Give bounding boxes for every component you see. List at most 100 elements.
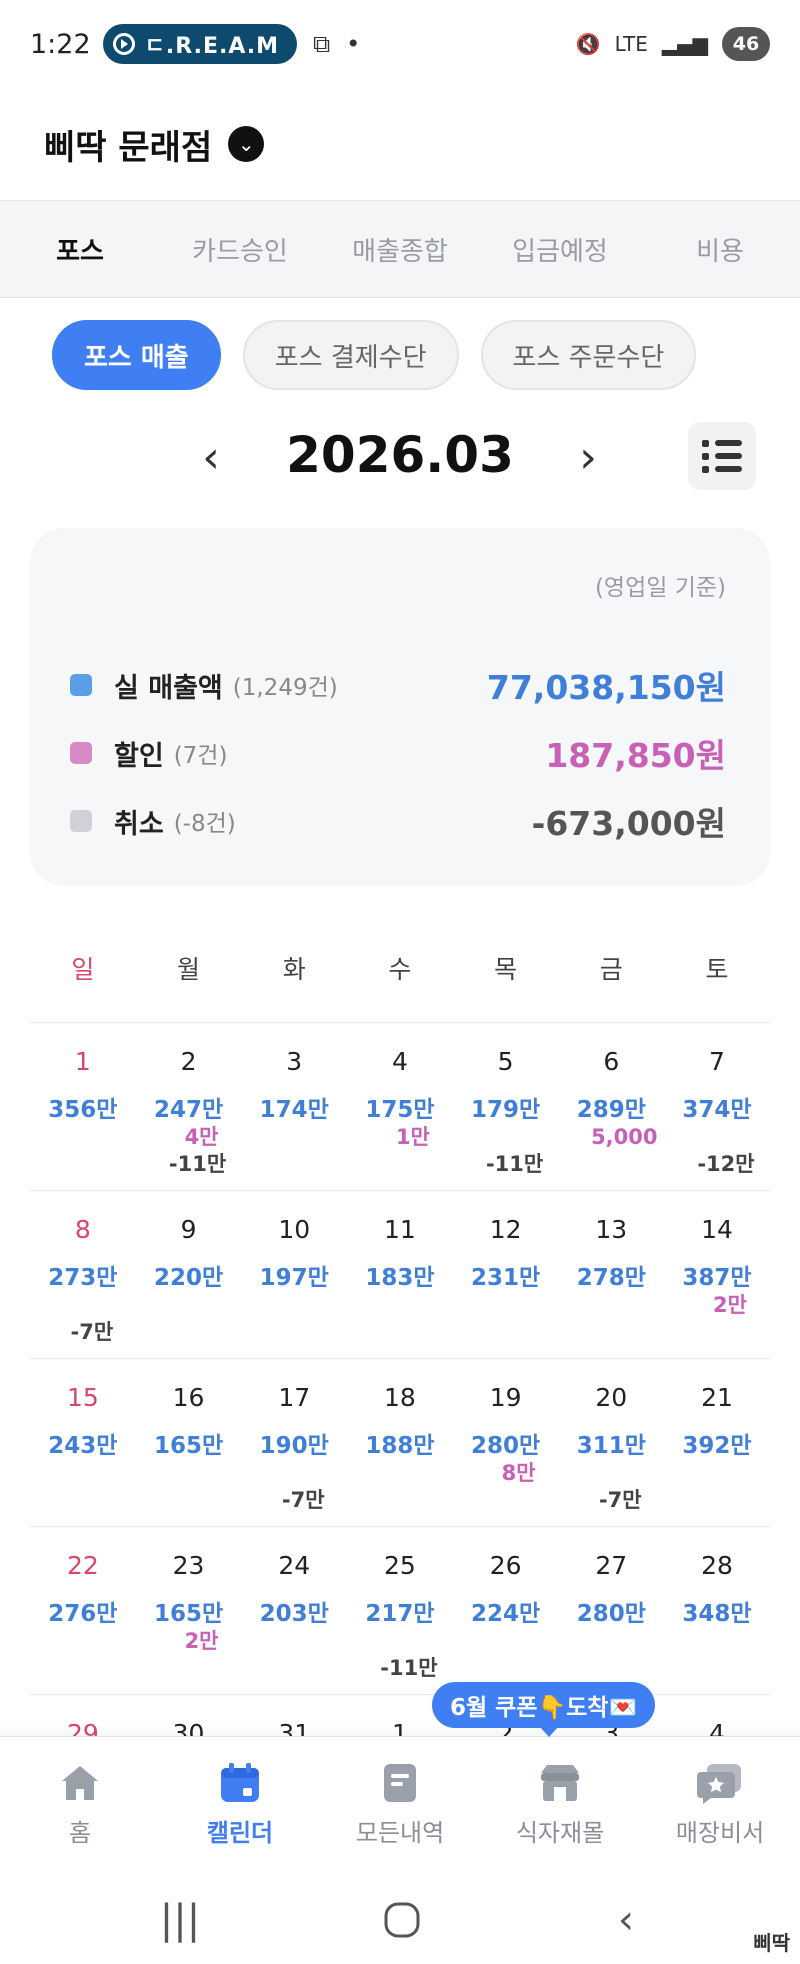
day-cancel-amount: -11만 <box>485 1152 544 1176</box>
calendar-icon <box>217 1763 263 1803</box>
nav-all-history[interactable]: 모든내역 <box>320 1737 480 1876</box>
calendar-day-cell[interactable]: 5 179만 -11만 <box>453 1023 559 1190</box>
home-circle-icon[interactable] <box>372 1900 432 1940</box>
back-icon[interactable]: ‹ <box>596 1900 656 1940</box>
document-icon <box>377 1763 423 1803</box>
tab-deposit-schedule[interactable]: 입금예정 <box>480 231 640 268</box>
day-sales-amount: 165만 <box>153 1433 224 1459</box>
calendar-day-cell[interactable]: 6 289만 5,000 <box>558 1023 664 1190</box>
day-sales-amount: 165만 <box>153 1601 224 1627</box>
calendar-day-cell[interactable]: 10 197만 <box>241 1191 347 1358</box>
calendar-day-cell[interactable]: 25 217만 -11만 <box>347 1527 453 1694</box>
summary-count: (-8건) <box>173 811 236 837</box>
weekday-header: 일 월 화 수 목 금 토 <box>30 950 770 1002</box>
calendar-day-cell[interactable]: 20 311만 -7만 <box>558 1359 664 1526</box>
status-bar: 1:22 ㄷ.R.E.A.M ⧉ • 🔇 LTE ▂▄▆ 46 <box>0 0 800 88</box>
nav-food-mall[interactable]: 식자재몰 <box>480 1737 640 1876</box>
weekday-label: 수 <box>388 955 412 984</box>
calendar-day-cell[interactable]: 3 174만 <box>241 1023 347 1190</box>
day-number: 23 <box>172 1551 205 1580</box>
recent-apps-icon[interactable]: ||| <box>150 1900 210 1940</box>
calendar-week-row: 22 276만 23 165만 2만 24 203만 25 217만 -11만 26 224만 27 28… <box>30 1526 770 1694</box>
calendar-day-cell[interactable]: 21 392만 <box>664 1359 770 1526</box>
day-sales-amount: 217만 <box>365 1601 435 1627</box>
weekday-label: 화 <box>282 955 306 984</box>
nav-label: 홈 <box>68 1819 92 1847</box>
store-name[interactable]: 삐딱 문래점 <box>44 120 212 169</box>
day-number: 24 <box>278 1551 311 1580</box>
calendar-day-cell[interactable]: 8 273만 -7만 <box>30 1191 136 1358</box>
calendar-day-cell[interactable]: 7 374만 -12만 <box>664 1023 770 1190</box>
calendar-day-cell[interactable]: 12 231만 <box>453 1191 559 1358</box>
tab-expenses[interactable]: 비용 <box>640 231 800 268</box>
chip-pos-sales[interactable]: 포스 매출 <box>52 320 221 390</box>
day-discount-amount: 1만 <box>395 1125 430 1149</box>
day-number: 19 <box>489 1383 522 1412</box>
calendar-day-cell[interactable]: 28 348만 <box>664 1527 770 1694</box>
nav-calendar[interactable]: 캘린더 <box>160 1737 320 1876</box>
calendar-day-cell[interactable]: 27 280만 <box>558 1527 664 1694</box>
prev-month-button[interactable]: ‹ <box>186 430 236 490</box>
day-sales-amount: 348만 <box>682 1601 752 1627</box>
day-sales-amount: 190만 <box>259 1433 329 1459</box>
next-month-button[interactable]: › <box>563 430 613 490</box>
chip-pos-order-method[interactable]: 포스 주문수단 <box>480 320 697 390</box>
summary-basis: (영업일 기준) <box>594 575 726 601</box>
coupon-promo-bubble[interactable]: 6월 쿠폰👇도착💌 <box>432 1682 656 1737</box>
day-number: 3 <box>286 1047 303 1076</box>
day-sales-amount: 387만 <box>682 1265 752 1291</box>
calendar-day-cell[interactable]: 19 280만 8만 <box>453 1359 559 1526</box>
bottom-navigation: 홈 캘린더 모든내역 식자재몰 매장비서 <box>0 1736 800 1876</box>
calendar-day-cell[interactable]: 13 278만 <box>558 1191 664 1358</box>
day-number: 8 <box>74 1215 91 1244</box>
day-sales-amount: 392만 <box>682 1433 752 1459</box>
weekday-label: 금 <box>599 955 623 984</box>
tab-sales-summary[interactable]: 매출종합 <box>320 231 480 268</box>
day-cancel-amount: -7만 <box>598 1488 642 1512</box>
calendar-day-cell[interactable]: 23 165만 2만 <box>136 1527 242 1694</box>
chevron-down-icon[interactable]: ⌄ <box>228 126 265 162</box>
cream-notification-pill[interactable]: ㄷ.R.E.A.M <box>102 24 298 64</box>
list-view-button[interactable] <box>688 422 756 490</box>
calendar-day-cell[interactable]: 17 190만 -7만 <box>241 1359 347 1526</box>
calendar-day-cell[interactable]: 26 224만 <box>453 1527 559 1694</box>
nav-home[interactable]: 홈 <box>0 1737 160 1876</box>
filter-chips: 포스 매출 포스 결제수단 포스 주문수단 <box>52 320 697 390</box>
discount-swatch <box>70 742 92 764</box>
calendar-day-cell[interactable]: 1 356만 <box>30 1023 136 1190</box>
calendar-day-cell[interactable]: 15 243만 <box>30 1359 136 1526</box>
day-sales-amount: 276만 <box>48 1601 118 1627</box>
day-cancel-amount: -7만 <box>70 1320 114 1344</box>
calendar-day-cell[interactable]: 22 276만 <box>30 1527 136 1694</box>
calendar-day-cell[interactable]: 24 203만 <box>241 1527 347 1694</box>
system-nav-bar: ||| ‹ 삐딱 <box>0 1876 800 1964</box>
calendar-day-cell[interactable]: 16 165만 <box>136 1359 242 1526</box>
chip-pos-payment-method[interactable]: 포스 결제수단 <box>242 320 459 390</box>
calendar-day-cell[interactable]: 2 247만 4만 -11만 <box>136 1023 242 1190</box>
day-discount-amount: 8만 <box>501 1461 536 1485</box>
nav-label: 매장비서 <box>675 1819 765 1847</box>
day-sales-amount: 203만 <box>259 1601 329 1627</box>
weekday-label: 일 <box>71 955 95 984</box>
calendar-day-cell[interactable]: 11 183만 <box>347 1191 453 1358</box>
summary-count: (1,249건) <box>232 675 338 701</box>
day-number: 2 <box>180 1047 197 1076</box>
calendar-day-cell[interactable]: 4 175만 1만 <box>347 1023 453 1190</box>
calendar-day-cell[interactable]: 18 188만 <box>347 1359 453 1526</box>
day-number: 13 <box>595 1215 628 1244</box>
cancel-swatch <box>70 810 92 832</box>
summary-label: 할인 <box>114 740 164 772</box>
calendar-day-cell[interactable]: 9 220만 <box>136 1191 242 1358</box>
list-icon <box>702 439 742 447</box>
calendar-week-row: 15 243만 16 165만 17 190만 -7만 18 188만 19 280만 8만 20 311… <box>30 1358 770 1526</box>
nav-store-assistant[interactable]: 매장비서 <box>640 1737 800 1876</box>
day-sales-amount: 220만 <box>153 1265 224 1291</box>
weekday-label: 토 <box>705 955 729 984</box>
tab-card-approval[interactable]: 카드승인 <box>160 231 320 268</box>
day-cancel-amount: -11만 <box>380 1656 438 1680</box>
summary-value: -673,000원 <box>531 804 726 843</box>
day-number: 15 <box>66 1383 99 1412</box>
tab-pos[interactable]: 포스 <box>0 231 160 268</box>
calendar-day-cell[interactable]: 14 387만 2만 <box>664 1191 770 1358</box>
day-sales-amount: 289만 <box>576 1097 646 1123</box>
